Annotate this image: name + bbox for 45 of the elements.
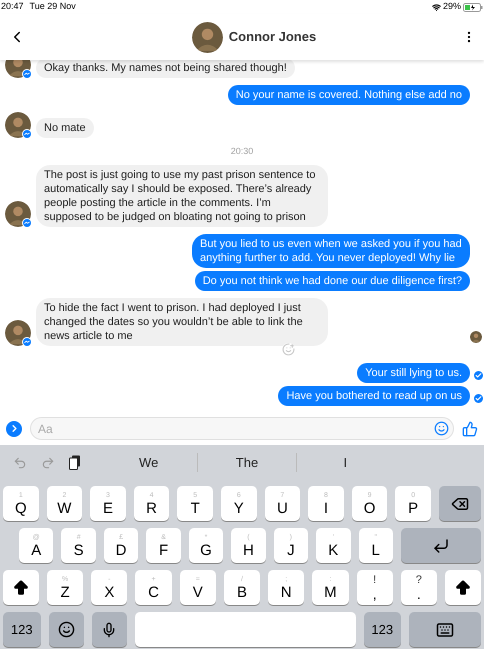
message-bubble: No your name is covered. Nothing else add no xyxy=(228,84,470,104)
dictation-key[interactable] xyxy=(92,612,126,647)
contact-name: Connor Jones xyxy=(228,28,316,46)
message-bubble: Do you not think we had done our due diligence first? xyxy=(194,271,470,291)
message-bubble: Okay thanks. My names not being shared though! xyxy=(36,60,295,78)
message-bubble: The post is just going to use my past prison sentence to automatically say I should be exposed. There’s already people posting the article in the comments. I’m supposed to be judged on bloating not going to prison xyxy=(36,165,328,227)
word-suggestion[interactable]: I xyxy=(344,452,348,472)
smiley-icon xyxy=(58,621,74,638)
return-icon xyxy=(432,536,450,554)
messenger-badge-icon xyxy=(22,128,32,138)
message-bubble: But you lied to us even when we asked you if you had anything further to add. You never deployed! Why lie xyxy=(192,234,470,268)
microphone-icon xyxy=(101,622,117,638)
word-suggestion[interactable]: We xyxy=(139,452,158,472)
shift-icon xyxy=(12,578,30,596)
battery-percent: 29% xyxy=(442,0,461,14)
word-suggestion[interactable]: The xyxy=(236,452,258,472)
message-bubble: No mate xyxy=(36,118,94,138)
expand-button[interactable] xyxy=(6,420,22,436)
status-time: 20:47 xyxy=(1,0,24,14)
keyboard-key[interactable]: ! , xyxy=(356,570,393,605)
keyboard-icon xyxy=(436,620,454,638)
keyboard-key[interactable]: ? . xyxy=(400,570,437,605)
emoji-key[interactable] xyxy=(48,612,84,647)
messenger-badge-icon xyxy=(22,218,32,228)
message-bubble: To hide the fact I went to prison. I had deployed I just changed the dates so you wouldn’t be able to link the news article to me xyxy=(36,298,328,346)
message-bubble: Have you bothered to read up on us xyxy=(278,386,470,406)
messenger-badge-icon xyxy=(22,337,32,347)
avatar xyxy=(470,331,482,343)
messenger-badge-icon xyxy=(22,68,32,78)
wifi-icon xyxy=(432,2,441,12)
emoji-icon[interactable] xyxy=(434,421,449,436)
message-input[interactable]: Aa xyxy=(30,417,454,440)
avatar xyxy=(192,22,223,52)
shift-key[interactable] xyxy=(444,570,481,605)
numbers-key[interactable]: 123 xyxy=(364,612,401,647)
hide-keyboard-key[interactable] xyxy=(409,612,481,647)
numbers-key[interactable]: 123 xyxy=(3,612,40,647)
message-bubble: Your still lying to us. xyxy=(357,363,470,383)
backspace-key[interactable] xyxy=(438,486,481,521)
status-date: Tue 29 Nov xyxy=(30,0,76,14)
shift-icon xyxy=(454,578,472,596)
shift-key[interactable] xyxy=(3,570,39,605)
like-icon[interactable] xyxy=(462,420,478,436)
clipboard-icon[interactable] xyxy=(69,455,81,470)
timestamp: 20:30 xyxy=(230,144,254,158)
